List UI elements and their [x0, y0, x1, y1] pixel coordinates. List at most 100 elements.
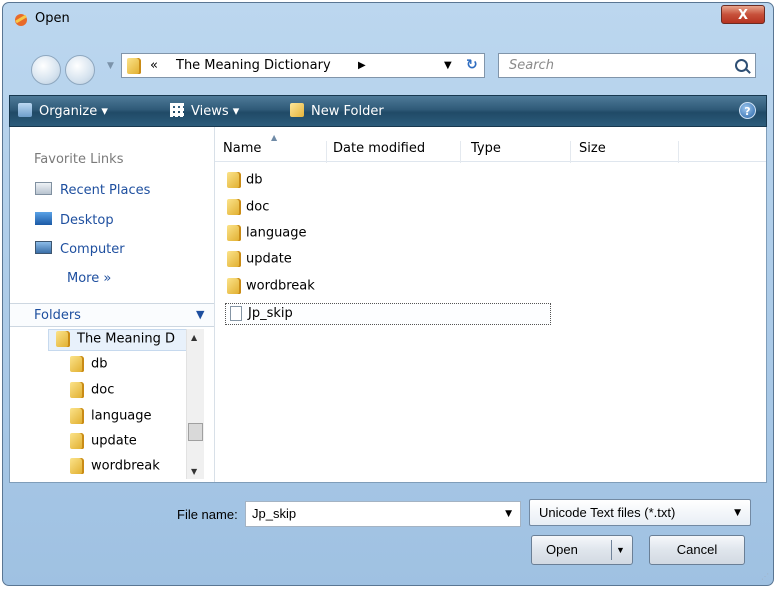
tree-node-root-label[interactable]: The Meaning D: [56, 331, 175, 347]
chevron-down-icon: ▼: [734, 508, 741, 518]
file-name: wordbreak: [246, 278, 315, 294]
more-links-button[interactable]: More »: [67, 271, 111, 286]
favorite-links-header: Favorite Links: [34, 152, 124, 167]
file-name: language: [246, 225, 307, 241]
breadcrumb-folder[interactable]: The Meaning Dictionary: [176, 58, 331, 73]
desktop-icon: [35, 212, 52, 225]
back-button[interactable]: [31, 55, 61, 85]
new-folder-label: New Folder: [311, 104, 384, 119]
folder-tree: The Meaning D db doc language update wor…: [10, 329, 214, 479]
search-placeholder: Search: [509, 58, 554, 73]
folder-icon: [227, 199, 241, 215]
tree-node-language[interactable]: language: [70, 408, 152, 424]
column-label: Name: [223, 141, 262, 156]
forward-button[interactable]: [65, 55, 95, 85]
computer-icon: [35, 241, 52, 254]
search-input[interactable]: Search: [498, 53, 756, 78]
open-dialog: Open X ▼ « The Meaning Dictionary ▶ ▼ ↻ …: [2, 2, 774, 586]
file-list: ▲ Name Date modified Type Size db doc lan…: [215, 127, 766, 482]
folder-icon: [127, 58, 141, 74]
file-row-language[interactable]: language: [227, 225, 307, 241]
folder-icon: [227, 251, 241, 267]
title-bar[interactable]: Open X: [3, 3, 773, 31]
close-button[interactable]: X: [721, 5, 765, 24]
folder-icon: [56, 331, 70, 347]
navigation-pane: Favorite Links Recent Places Desktop Com…: [10, 127, 215, 482]
search-icon[interactable]: [735, 59, 748, 72]
app-icon: [13, 12, 29, 28]
tree-node-label: wordbreak: [91, 458, 160, 474]
command-bar: Organize ▾ Views ▾ New Folder ?: [9, 95, 767, 127]
new-folder-button[interactable]: New Folder: [290, 103, 384, 119]
refresh-icon[interactable]: ↻: [466, 57, 478, 73]
tree-node-update[interactable]: update: [70, 433, 137, 449]
scroll-up-icon[interactable]: ▲: [191, 333, 197, 342]
views-button[interactable]: Views ▾: [170, 103, 239, 119]
chevron-down-icon[interactable]: ▼: [505, 509, 512, 519]
recent-pages-dropdown-icon[interactable]: ▼: [107, 61, 114, 71]
column-headers: ▲ Name Date modified Type Size: [215, 133, 766, 163]
column-header-date-modified[interactable]: Date modified: [333, 141, 461, 163]
folders-label: Folders: [34, 308, 81, 323]
tree-node-doc[interactable]: doc: [70, 382, 114, 398]
folders-toggle[interactable]: Folders ▼: [10, 303, 214, 327]
help-icon[interactable]: ?: [739, 102, 756, 119]
open-options-dropdown-icon[interactable]: ▼: [616, 536, 625, 564]
tree-node-label: db: [91, 356, 108, 372]
file-type-select[interactable]: Unicode Text files (*.txt) ▼: [529, 499, 751, 526]
file-row-label: Jp_skip: [230, 306, 293, 321]
split-divider: [611, 540, 612, 560]
file-row-jp-skip[interactable]: Jp_skip: [225, 303, 551, 325]
open-button[interactable]: Open ▼: [531, 535, 633, 565]
file-name: db: [246, 172, 263, 188]
column-header-name[interactable]: ▲ Name: [223, 133, 327, 163]
tree-node-label: The Meaning D: [77, 331, 175, 347]
tree-node-label: update: [91, 433, 137, 449]
file-name: update: [246, 251, 292, 267]
favorite-link-label: Desktop: [60, 213, 114, 228]
tree-scrollbar[interactable]: ▲ ▼: [186, 329, 204, 479]
scroll-down-icon[interactable]: ▼: [191, 467, 197, 476]
tree-node-db[interactable]: db: [70, 356, 108, 372]
column-header-size[interactable]: Size: [579, 141, 679, 163]
file-row-db[interactable]: db: [227, 172, 263, 188]
folder-icon: [70, 433, 84, 449]
file-row-doc[interactable]: doc: [227, 199, 269, 215]
folder-icon: [70, 458, 84, 474]
window-title: Open: [35, 11, 70, 26]
favorite-link-recent-places[interactable]: Recent Places: [35, 182, 150, 198]
file-row-wordbreak[interactable]: wordbreak: [227, 278, 315, 294]
folder-icon: [227, 172, 241, 188]
address-dropdown-icon[interactable]: ▼: [444, 60, 452, 71]
favorite-link-computer[interactable]: Computer: [35, 241, 125, 257]
column-label: Type: [471, 141, 501, 156]
file-name-input[interactable]: Jp_skip ▼: [245, 501, 521, 527]
file-name: doc: [246, 199, 270, 215]
overflow-chevron-icon[interactable]: «: [150, 58, 158, 73]
file-row-update[interactable]: update: [227, 251, 292, 267]
organize-button[interactable]: Organize ▾: [18, 103, 108, 119]
column-header-type[interactable]: Type: [471, 141, 571, 163]
folder-icon: [227, 278, 241, 294]
new-folder-icon: [290, 103, 304, 117]
breadcrumb-arrow-icon[interactable]: ▶: [358, 60, 366, 71]
cancel-button[interactable]: Cancel: [649, 535, 745, 565]
file-name: Jp_skip: [248, 306, 293, 321]
favorite-link-desktop[interactable]: Desktop: [35, 212, 114, 228]
text-file-icon: [230, 306, 242, 321]
dialog-footer: File name: Jp_skip ▼ Unicode Text files …: [3, 483, 773, 587]
address-row: ▼ « The Meaning Dictionary ▶ ▼ ↻ Search: [3, 47, 773, 87]
address-bar[interactable]: « The Meaning Dictionary ▶ ▼: [121, 53, 485, 78]
file-name-label: File name:: [177, 507, 238, 522]
resize-grip-icon[interactable]: ⋰: [761, 572, 769, 581]
organize-label: Organize ▾: [39, 104, 108, 119]
folder-icon: [70, 408, 84, 424]
open-button-label: Open: [546, 542, 578, 557]
scrollbar-thumb[interactable]: [188, 423, 203, 441]
views-label: Views ▾: [191, 104, 240, 119]
sort-ascending-icon: ▲: [271, 133, 278, 142]
browser-content: Favorite Links Recent Places Desktop Com…: [9, 127, 767, 483]
tree-node-wordbreak[interactable]: wordbreak: [70, 458, 160, 474]
chevron-down-icon: ▼: [196, 308, 205, 321]
folder-icon: [70, 356, 84, 372]
